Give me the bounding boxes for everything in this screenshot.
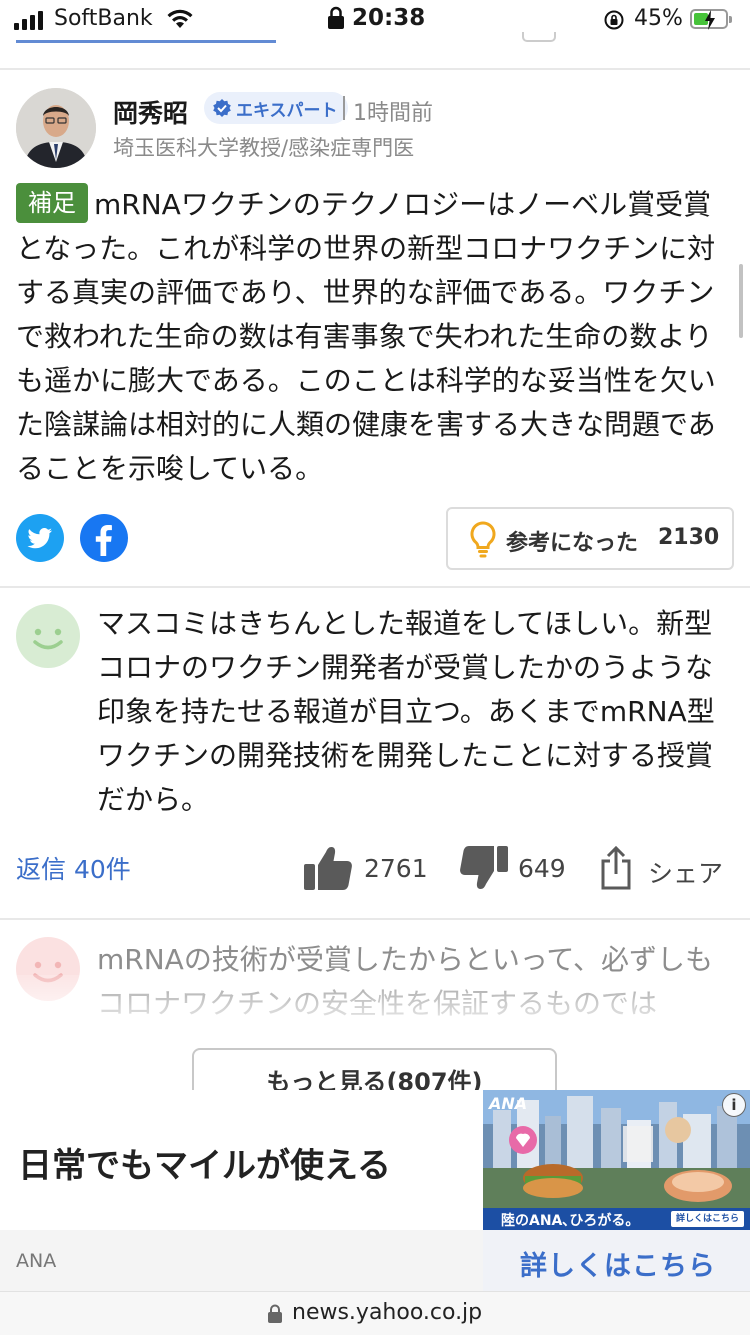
fade-overlay xyxy=(0,975,750,1035)
user-avatar xyxy=(16,604,80,668)
share-label[interactable]: シェア xyxy=(648,854,723,890)
smiley-face-icon xyxy=(33,628,63,650)
advertisement-banner[interactable]: 日常でもマイルが使える ANA i 陸のANA､ひろがる。 詳しくはこちら AN… xyxy=(0,1090,750,1291)
thumbs-down-icon[interactable] xyxy=(459,845,509,895)
helpful-label: 参考になった xyxy=(506,531,639,556)
share-icon[interactable] xyxy=(599,845,633,894)
battery-percent: 45% xyxy=(634,6,683,31)
carrier-name: SoftBank xyxy=(54,6,153,31)
expert-comment-text: mRNAワクチンのテクノロジーはノーベル賞受賞となった。これが科学の世界の新型コ… xyxy=(16,188,716,485)
ad-cta-button[interactable]: 詳しくはこちら xyxy=(483,1230,750,1291)
ad-headline[interactable]: 日常でもマイルが使える xyxy=(18,1138,391,1187)
expert-avatar[interactable] xyxy=(16,88,96,168)
expert-comment-body: 補足 mRNAワクチンのテクノロジーはノーベル賞受賞となった。これが科学の世界の新… xyxy=(16,183,736,491)
address-bar[interactable]: news.yahoo.co.jp xyxy=(0,1291,750,1335)
ad-caption-bar: 陸のANA､ひろがる。 詳しくはこちら xyxy=(483,1208,750,1230)
dislike-count: 649 xyxy=(518,854,566,883)
twitter-share-button[interactable] xyxy=(16,514,64,562)
expert-badge: エキスパート xyxy=(204,92,348,124)
thumbs-up-icon[interactable] xyxy=(303,845,353,895)
ad-caption: 陸のANA､ひろがる。 xyxy=(501,1213,640,1229)
ad-image[interactable]: ANA i 陸のANA､ひろがる。 詳しくはこちら xyxy=(483,1090,750,1230)
ana-logo: ANA xyxy=(489,1094,528,1113)
facebook-icon xyxy=(95,525,112,556)
battery-icon xyxy=(690,9,732,30)
post-time: 1時間前 xyxy=(353,101,433,126)
ad-cta-label[interactable]: 詳しくはこちら xyxy=(520,1244,716,1283)
previous-section-edge xyxy=(0,32,750,46)
divider xyxy=(0,68,750,70)
ad-info-icon[interactable]: i xyxy=(722,1093,746,1117)
helpful-button[interactable]: 参考になった 2130 xyxy=(446,507,734,570)
comment-text: マスコミはきちんとした報道をしてほしい。新型コロナのワクチン開発者が受賞したかの… xyxy=(97,607,715,816)
ad-image-button[interactable]: 詳しくはこちら xyxy=(670,1211,744,1227)
reply-link[interactable]: 返信 40件 xyxy=(16,850,131,886)
clock: 20:38 xyxy=(352,5,426,31)
separator xyxy=(343,96,345,120)
lightbulb-icon xyxy=(470,521,496,558)
expert-title: 埼玉医科大学教授/感染症専門医 xyxy=(113,136,415,160)
divider xyxy=(0,586,750,588)
verified-check-icon xyxy=(213,99,231,117)
badge-label: エキスパート xyxy=(236,100,338,121)
expert-name[interactable]: 岡秀昭 xyxy=(113,94,188,130)
lock-icon xyxy=(267,1304,283,1328)
url-text[interactable]: news.yahoo.co.jp xyxy=(292,1300,482,1325)
helpful-count: 2130 xyxy=(658,525,720,550)
facebook-share-button[interactable] xyxy=(80,514,128,562)
scroll-indicator[interactable] xyxy=(739,264,743,338)
ad-advertiser: ANA xyxy=(16,1250,57,1272)
twitter-icon xyxy=(27,527,52,549)
divider xyxy=(0,918,750,920)
like-count: 2761 xyxy=(364,854,428,883)
supplement-tag: 補足 xyxy=(16,183,88,223)
signal-icon xyxy=(14,11,43,30)
